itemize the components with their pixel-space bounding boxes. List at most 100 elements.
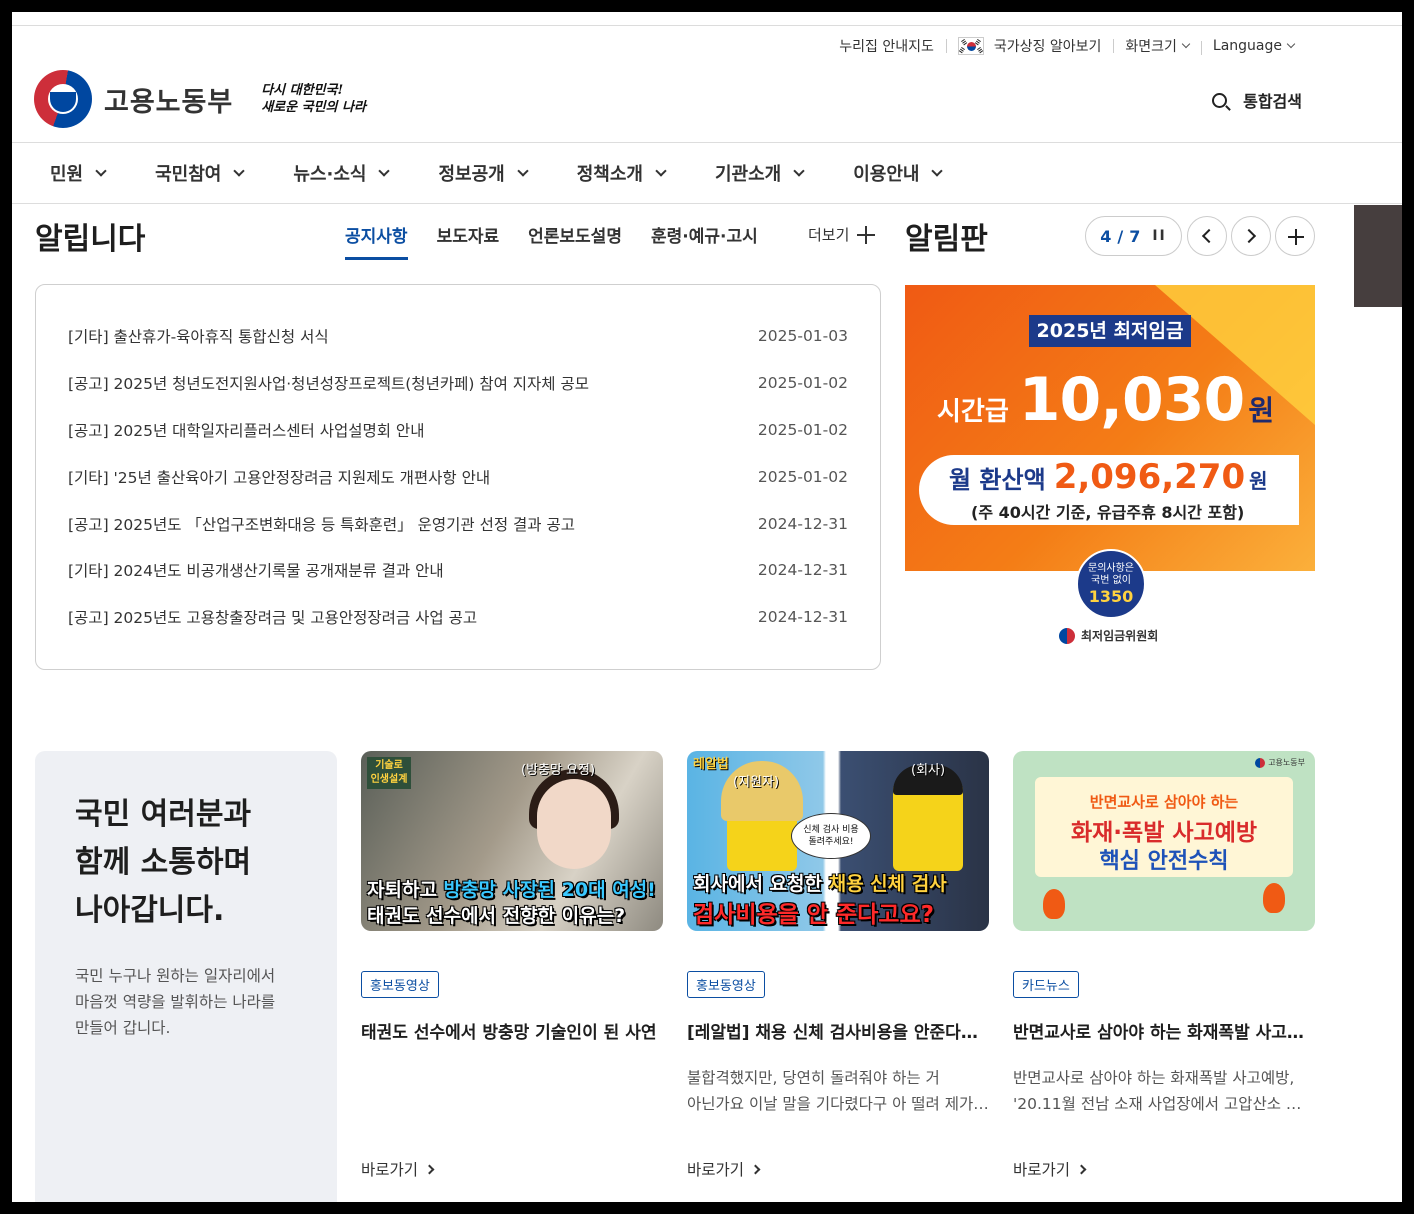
monthly-value: 2,096,270	[1053, 457, 1246, 497]
thumbnail-caption: 태권도 선수에서 전향한 이유는?	[367, 905, 626, 927]
language-label: Language	[1212, 38, 1282, 54]
notice-tabs: 공지사항 보도자료 언론보도설명 훈령·예규·고시	[345, 222, 787, 260]
nav-item-civil[interactable]: 민원	[50, 160, 107, 186]
logo-text: 고용노동부	[104, 86, 234, 118]
tab-regulations[interactable]: 훈령·예규·고시	[651, 222, 758, 260]
search-label: 통합검색	[1243, 92, 1302, 111]
video-thumbnail[interactable]: 기술로 인생설계 (방충망 요정) 자퇴하고 방충망 사장된 20대 여성! 태…	[361, 751, 663, 931]
go-link-label: 바로가기	[687, 1161, 745, 1179]
language-dropdown[interactable]: Language	[1200, 38, 1306, 55]
quick-menu-tab[interactable]	[1354, 205, 1402, 307]
list-item[interactable]: [공고] 2025년 청년도전지원사업·청년성장프로젝트(청년카페) 참여 지자…	[68, 360, 848, 407]
nav-item-guide[interactable]: 이용안내	[853, 160, 944, 186]
thumbnail-tag: (방충망 요정)	[521, 763, 596, 778]
nav-item-participation[interactable]: 국민참여	[155, 160, 246, 186]
won-unit: 원	[1248, 394, 1275, 427]
list-item[interactable]: [공고] 2025년도 고용창출장려금 및 고용안정장려금 사업 공고 2024-…	[68, 594, 848, 641]
notice-more-button[interactable]: 더보기	[808, 224, 876, 245]
go-link[interactable]: 바로가기	[361, 1158, 435, 1180]
thumbnail-org-name: 고용노동부	[1268, 758, 1305, 767]
notice-title: [공고] 2025년도 「산업구조변화대응 등 특화훈련」 운영기관 선정 결과…	[68, 515, 575, 534]
total-slides: 7	[1129, 226, 1141, 246]
list-item[interactable]: [공고] 2025년도 「산업구조변화대응 등 특화훈련」 운영기관 선정 결과…	[68, 500, 848, 547]
next-slide-button[interactable]	[1231, 216, 1271, 256]
nav-item-policy[interactable]: 정책소개	[576, 160, 667, 186]
list-item[interactable]: [기타] 2024년도 비공개생산기록물 공개재분류 결과 안내 2024-12-…	[68, 547, 848, 594]
slide-pager: 4 / 7 II	[1085, 216, 1182, 256]
nav-item-news[interactable]: 뉴스·소식	[293, 160, 391, 186]
nav-item-about[interactable]: 기관소개	[714, 160, 805, 186]
video-thumbnail[interactable]: 레알법 (지원자) (회사) 신체 검사 비용 돌려주세요! 회사에서 요청한 …	[687, 751, 989, 931]
slogan-line1: 다시 대한민국!	[261, 83, 344, 98]
sitemap-link[interactable]: 누리집 안내지도	[827, 36, 946, 56]
caption-part: 자퇴하고	[367, 879, 444, 901]
slide-separator: /	[1117, 226, 1124, 246]
monthly-label: 월 환산액	[949, 466, 1046, 494]
series-logo-line: 인생설계	[370, 774, 408, 785]
banner-org: 최저임금위원회	[1059, 627, 1158, 644]
category-badge: 홍보동영상	[361, 971, 439, 998]
site-logo[interactable]: 고용노동부 다시 대한민국! 새로운 국민의 나라	[34, 70, 366, 128]
tab-notices[interactable]: 공지사항	[345, 222, 408, 260]
notice-date: 2024-12-31	[757, 514, 848, 533]
korean-flag-icon	[957, 37, 984, 55]
notice-date: 2025-01-02	[757, 467, 848, 486]
list-item[interactable]: [공고] 2025년 대학일자리플러스센터 사업설명회 안내 2025-01-02	[68, 407, 848, 454]
tab-press-explanations[interactable]: 언론보도설명	[528, 222, 622, 260]
list-item[interactable]: [기타] '25년 출산육아기 고용안정장려금 지원제도 개편사항 안내 2025…	[68, 453, 848, 500]
card-desc-line: 불합격했지만, 당연히 돌려줘야 하는 거	[687, 1069, 940, 1087]
current-slide: 4	[1100, 226, 1112, 246]
chevron-down-icon	[931, 165, 944, 177]
national-symbols-link[interactable]: 국가상징 알아보기	[945, 36, 1114, 56]
applicant-label: (지원자)	[733, 775, 780, 790]
card-desc-line: 반면교사로 삼아야 하는 화재폭발 사고예방,	[1013, 1069, 1295, 1087]
notice-title: [기타] 출산휴가-육아휴직 통합신청 서식	[68, 328, 329, 347]
go-link[interactable]: 바로가기	[1013, 1158, 1087, 1180]
slogan: 다시 대한민국! 새로운 국민의 나라	[261, 82, 366, 116]
notice-title: [공고] 2025년 청년도전지원사업·청년성장프로젝트(청년카페) 참여 지자…	[68, 375, 589, 394]
chevron-right-icon	[424, 1164, 435, 1174]
media-card[interactable]: 고용노동부 반면교사로 삼아야 하는 화재·폭발 사고예방 핵심 안전수칙 카드…	[1013, 751, 1315, 1179]
caption-part: 회사에서 요청한	[693, 873, 829, 895]
font-size-dropdown[interactable]: 화면크기	[1113, 36, 1201, 56]
contact-line1: 문의사항은	[1088, 563, 1134, 574]
pause-button[interactable]: II	[1152, 228, 1166, 244]
media-card[interactable]: 레알법 (지원자) (회사) 신체 검사 비용 돌려주세요! 회사에서 요청한 …	[687, 751, 989, 1179]
minimum-wage-banner[interactable]: 2025년 최저임금 시간급 10,030 원 월 환산액 2,096,270 …	[905, 285, 1315, 655]
nav-label: 민원	[50, 164, 84, 185]
fire-icon	[1043, 889, 1065, 919]
card-title[interactable]: 반면교사로 삼아야 하는 화재폭발 사고예방 핵심 안전수칙	[1013, 1018, 1315, 1043]
more-label: 더보기	[808, 226, 850, 244]
won-unit: 원	[1249, 469, 1268, 493]
tab-press-releases[interactable]: 보도자료	[437, 222, 500, 260]
utility-bar: 누리집 안내지도 국가상징 알아보기 화면크기 Language	[827, 36, 1306, 56]
cardnews-thumbnail[interactable]: 고용노동부 반면교사로 삼아야 하는 화재·폭발 사고예방 핵심 안전수칙	[1013, 751, 1315, 931]
chevron-down-icon	[793, 165, 805, 177]
thumbnail-org: 고용노동부	[1255, 757, 1305, 768]
slogan-line2: 새로운 국민의 나라	[261, 100, 366, 115]
nav-label: 정책소개	[576, 164, 643, 185]
chevron-left-icon	[1201, 228, 1217, 244]
card-title[interactable]: [레알법] 채용 신체 검사비용을 안준다고요?	[687, 1018, 989, 1043]
intro-panel: 국민 여러분과 함께 소통하며 나아갑니다. 국민 누구나 원하는 일자리에서 …	[35, 751, 337, 1202]
chevron-down-icon	[233, 165, 246, 177]
national-symbols-label: 국가상징 알아보기	[993, 39, 1102, 55]
go-link[interactable]: 바로가기	[687, 1158, 761, 1180]
chevron-down-icon	[655, 165, 667, 177]
list-item[interactable]: [기타] 출산휴가-육아휴직 통합신청 서식 2025-01-03	[68, 313, 848, 360]
nav-item-info[interactable]: 정보공개	[438, 160, 529, 186]
chevron-down-icon	[1181, 39, 1191, 49]
chevron-right-icon	[750, 1164, 761, 1174]
notice-date: 2024-12-31	[757, 561, 848, 580]
board-more-button[interactable]	[1275, 216, 1315, 256]
thumbnail-caption: 회사에서 요청한 채용 신체 검사	[693, 869, 947, 896]
prev-slide-button[interactable]	[1187, 216, 1227, 256]
chevron-down-icon	[378, 165, 391, 177]
intro-heading: 국민 여러분과 함께 소통하며 나아갑니다.	[75, 791, 297, 935]
search-button[interactable]: 통합검색	[1212, 88, 1302, 112]
nav-label: 기관소개	[714, 164, 782, 185]
intro-heading-line: 함께 소통하며	[75, 845, 252, 880]
chevron-right-icon	[1076, 1164, 1087, 1174]
media-card[interactable]: 기술로 인생설계 (방충망 요정) 자퇴하고 방충망 사장된 20대 여성! 태…	[361, 751, 663, 1179]
card-title[interactable]: 태권도 선수에서 방충망 기술인이 된 사연	[361, 1018, 663, 1043]
